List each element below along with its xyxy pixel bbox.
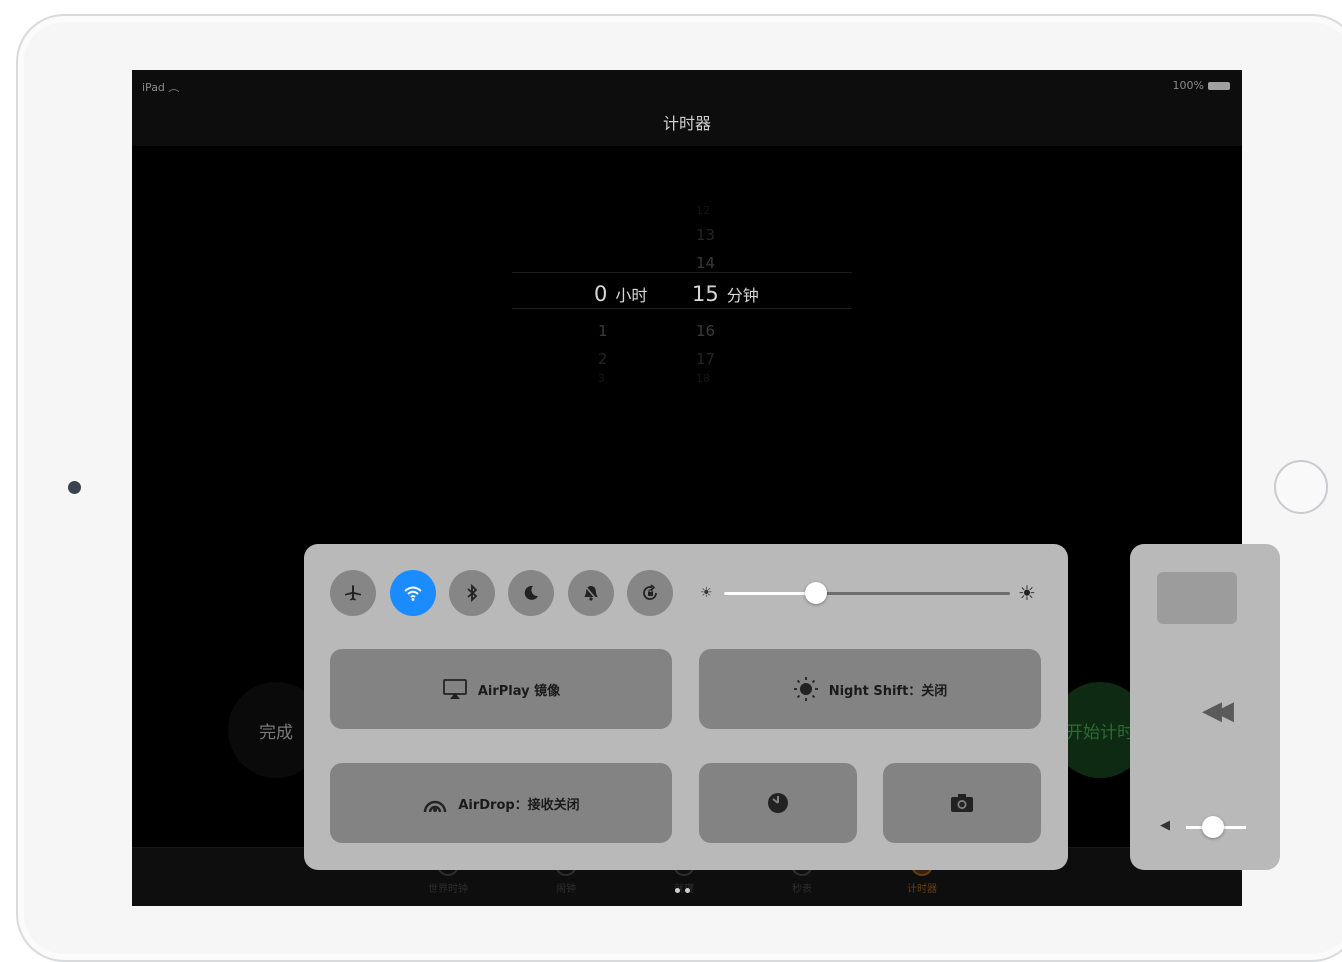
wifi-icon [404, 586, 422, 601]
hours-selected-value: 0 [594, 282, 608, 306]
status-bar: iPad ︵ 100% [132, 70, 1242, 100]
airplay-label: AirPlay 镜像 [477, 683, 561, 699]
camera-shortcut-button[interactable] [883, 763, 1041, 843]
wifi-toggle[interactable] [390, 570, 436, 616]
page-indicator [675, 888, 690, 893]
minutes-row: 13 [696, 226, 716, 244]
picker-selection-line-bottom [512, 308, 852, 309]
minutes-unit: 分钟 [726, 286, 759, 305]
rotation-lock-icon [643, 584, 657, 600]
minutes-row: 14 [696, 254, 716, 272]
sun-moon-icon [793, 677, 818, 701]
tab-label: 计时器 [907, 884, 937, 895]
rewind-icon[interactable]: ◀◀ [1202, 696, 1234, 726]
hours-row: 3 [598, 372, 605, 385]
minutes-row: 17 [696, 350, 716, 368]
airplay-icon [442, 679, 467, 699]
do-not-disturb-toggle[interactable] [508, 570, 554, 616]
front-camera [68, 481, 81, 494]
tab-label: 秒表 [792, 884, 812, 895]
volume-slider-thumb[interactable] [1202, 816, 1224, 838]
control-center-panel: ☀ ☀ AirPlay 镜像 Night Shift：关闭 AirDrop：接收… [304, 544, 1068, 870]
hours-row: 2 [598, 350, 608, 368]
brightness-slider-thumb[interactable] [804, 582, 827, 604]
timer-icon [768, 793, 788, 813]
minutes-row: 18 [696, 372, 710, 385]
control-center-music-panel: ◀◀ ◀ [1130, 544, 1280, 870]
minutes-selected-row: 15 分钟 [692, 282, 759, 306]
night-shift-label: Night Shift：关闭 [828, 683, 948, 699]
camera-icon [951, 794, 973, 812]
volume-low-icon: ◀ [1160, 818, 1170, 833]
status-battery: 100% [1173, 79, 1230, 92]
status-device: iPad ︵ [142, 79, 179, 95]
wifi-status-icon: ︵ [168, 81, 180, 94]
airdrop-button[interactable]: AirDrop：接收关闭 [330, 763, 672, 843]
rotation-lock-toggle[interactable] [627, 570, 673, 616]
battery-percent: 100% [1172, 79, 1204, 92]
timer-picker[interactable]: 0 小时 1 2 3 12 13 14 15 分钟 16 17 18 [512, 204, 852, 390]
hours-row: 1 [598, 322, 608, 340]
device-name: iPad [142, 81, 165, 94]
bluetooth-icon [467, 583, 478, 603]
brightness-slider[interactable] [724, 582, 1010, 604]
airplane-icon [345, 585, 361, 601]
picker-selection-line-top [512, 272, 852, 273]
bell-icon [584, 585, 598, 601]
airplane-mode-toggle[interactable] [330, 570, 376, 616]
moon-icon [524, 585, 538, 600]
minutes-row: 16 [696, 322, 716, 340]
airplay-mirroring-button[interactable]: AirPlay 镜像 [330, 649, 672, 729]
minutes-row: 12 [696, 204, 710, 217]
brightness-high-icon: ☀ [1018, 581, 1036, 605]
page-title: 计时器 [662, 114, 711, 133]
airdrop-label: AirDrop：接收关闭 [458, 797, 580, 813]
bluetooth-toggle[interactable] [449, 570, 495, 616]
night-shift-button[interactable]: Night Shift：关闭 [699, 649, 1041, 729]
airdrop-icon [424, 800, 447, 813]
brightness-slider-fill [724, 592, 816, 595]
speaker-icon[interactable] [1157, 572, 1237, 624]
battery-icon [1208, 81, 1230, 90]
mute-toggle[interactable] [568, 570, 614, 616]
hours-unit: 小时 [615, 286, 648, 305]
minutes-selected-value: 15 [692, 282, 719, 306]
tab-label: 世界时钟 [428, 884, 468, 895]
timer-shortcut-button[interactable] [699, 763, 857, 843]
hours-selected-row: 0 小时 [594, 282, 647, 306]
brightness-low-icon: ☀ [700, 585, 713, 601]
tab-label: 闹钟 [556, 884, 576, 895]
home-button[interactable] [1274, 460, 1328, 514]
